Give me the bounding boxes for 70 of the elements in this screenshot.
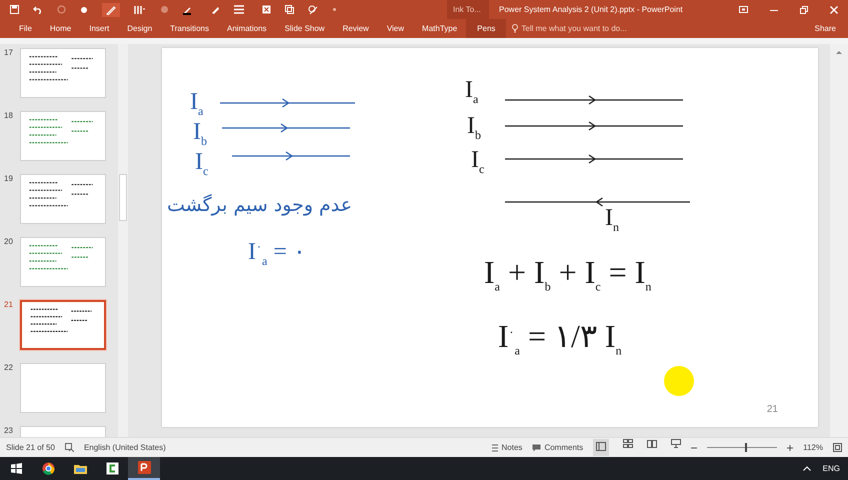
zoom-out-icon[interactable] xyxy=(691,444,698,450)
current-label: I$_{c}$ xyxy=(471,148,484,175)
ribbon-tab[interactable]: Pens xyxy=(466,19,506,38)
fit-to-window-icon[interactable] xyxy=(833,443,842,452)
window-title: Power System Analysis 2 (Unit 2).pptx - PowerPoint xyxy=(498,5,684,14)
slide-number: 21 xyxy=(3,300,14,309)
close-ink-icon[interactable] xyxy=(262,5,271,14)
spell-check-icon[interactable] xyxy=(64,443,74,452)
ribbon-tab[interactable]: File xyxy=(10,19,41,38)
slide-counter: Slide 21 of 50 xyxy=(6,443,55,452)
current-label: I$_{a}$ xyxy=(190,90,204,117)
tell-me-search[interactable]: Tell me what you want to do... xyxy=(521,24,627,33)
language-indicator[interactable]: English (United States) xyxy=(84,443,166,452)
ribbon-display-options-icon[interactable] xyxy=(739,6,748,13)
highlighter-icon[interactable] xyxy=(211,5,220,14)
laser-pointer xyxy=(664,366,694,396)
contextual-tab-group-label: Ink To... xyxy=(447,0,489,19)
ribbon-tab[interactable]: MathType xyxy=(413,19,466,38)
browser-icon[interactable] xyxy=(42,462,54,475)
folder-icon[interactable] xyxy=(74,462,86,475)
lightbulb-icon xyxy=(512,24,518,33)
pen-gallery-icon[interactable] xyxy=(134,5,146,14)
notes-button[interactable]: Notes xyxy=(490,443,522,452)
pen-icon[interactable] xyxy=(106,4,116,14)
ribbon-tab[interactable]: Transitions xyxy=(161,19,218,38)
slide-number: 22 xyxy=(3,363,14,372)
current-label: I$_{b}$ xyxy=(193,120,207,147)
presentation-app-icon[interactable] xyxy=(138,461,150,474)
recorder-app-icon[interactable] xyxy=(106,462,118,475)
windows-start-icon[interactable] xyxy=(10,463,22,474)
scrollbar-thumb[interactable] xyxy=(119,174,127,221)
ribbon-tab[interactable]: Animations xyxy=(218,19,276,38)
ribbon-tab[interactable]: Insert xyxy=(80,19,118,38)
page-number: 21 xyxy=(766,404,778,415)
ribbon-tab[interactable]: Slide Show xyxy=(276,19,334,38)
slide-number: 23 xyxy=(3,426,14,435)
undo-icon[interactable] xyxy=(33,6,43,14)
slide-number: 17 xyxy=(3,48,14,57)
handwritten-equation: I$_{a}$ + I$_{b}$ + I$_{c}$ = I$_{n}$ xyxy=(484,256,652,292)
ribbon-tab[interactable]: View xyxy=(378,19,414,38)
handwritten-note: عدم وجود سیم برگشت xyxy=(167,196,352,215)
slide-number: 20 xyxy=(3,237,14,246)
restore-icon[interactable] xyxy=(800,6,808,14)
slide-sorter-icon[interactable] xyxy=(623,439,634,448)
zoom-percentage[interactable]: 112% xyxy=(803,443,823,452)
notes-icon xyxy=(490,444,499,452)
lasso-pen-icon[interactable] xyxy=(308,4,318,14)
comments-button[interactable]: Comments xyxy=(532,443,584,452)
share-button[interactable]: Share xyxy=(808,23,842,34)
normal-view-icon[interactable] xyxy=(596,442,606,451)
current-label: I$_{n}$ xyxy=(605,206,619,233)
current-label: I$_{b}$ xyxy=(467,114,481,141)
ribbon-tab[interactable]: Design xyxy=(118,19,162,38)
current-label: I$_{a}$ xyxy=(465,78,478,105)
current-label: I$_{c}$ xyxy=(195,150,208,177)
slide-number: 18 xyxy=(3,111,14,120)
zoom-slider-thumb[interactable] xyxy=(744,443,747,452)
save-icon[interactable] xyxy=(10,5,19,14)
comment-icon xyxy=(532,444,542,452)
ribbon-tab[interactable]: Home xyxy=(40,19,80,38)
slide-number: 19 xyxy=(3,174,14,183)
slide-show-icon[interactable] xyxy=(671,439,682,448)
slide-thumbnail[interactable] xyxy=(20,300,106,350)
ribbon-tab[interactable]: Review xyxy=(334,19,378,38)
reading-view-icon[interactable] xyxy=(647,439,658,448)
copy-icon[interactable] xyxy=(285,5,294,14)
chevron-up-icon[interactable] xyxy=(802,466,811,471)
close-icon[interactable] xyxy=(830,6,838,14)
input-language[interactable]: ENG xyxy=(822,464,840,473)
zoom-in-icon[interactable] xyxy=(787,444,794,450)
